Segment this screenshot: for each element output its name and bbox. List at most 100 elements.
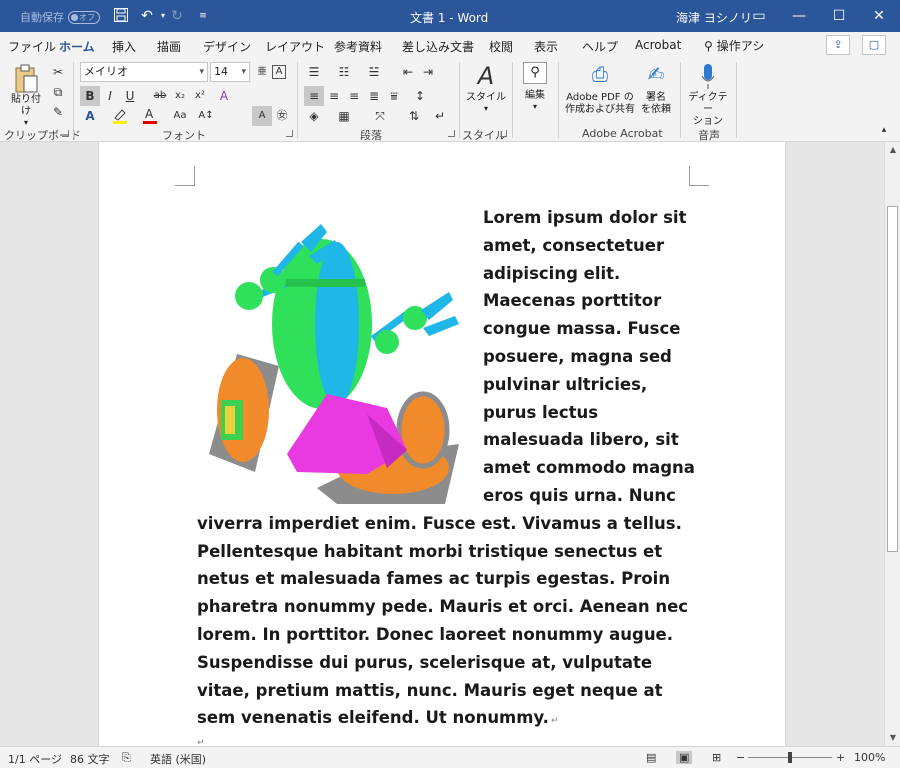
justify-icon[interactable]: ≣: [364, 86, 384, 106]
autosave-switch[interactable]: オフ: [68, 10, 100, 24]
robot-image[interactable]: [197, 204, 483, 504]
line-spacing-icon[interactable]: ↕: [410, 86, 430, 106]
shading-icon[interactable]: ◈: [304, 106, 324, 126]
copy-icon[interactable]: ⧉: [48, 82, 68, 102]
collapse-ribbon-icon[interactable]: ▴: [874, 120, 894, 140]
read-mode-icon[interactable]: ▤: [646, 751, 656, 764]
strikethrough-icon[interactable]: ab: [150, 86, 170, 106]
decrease-indent-icon[interactable]: ⇤: [398, 62, 418, 82]
tab-mailings[interactable]: 差し込み文書: [402, 38, 474, 55]
highlight-icon[interactable]: [110, 106, 130, 126]
paste-button[interactable]: 貼り付け ▾: [8, 64, 44, 128]
italic-icon[interactable]: I: [100, 86, 120, 106]
create-pdf-line2: 作成および共有: [565, 104, 635, 115]
tell-me-label: 操作アシ: [716, 39, 765, 53]
tab-insert[interactable]: 挿入: [112, 38, 136, 55]
tab-help[interactable]: ヘルプ: [582, 38, 618, 55]
font-name-select[interactable]: メイリオ: [80, 62, 208, 82]
acrobat-group-label: Adobe Acrobat: [582, 127, 663, 140]
align-center-icon[interactable]: ≡: [324, 86, 344, 106]
document-page[interactable]: Lorem ipsum dolor sit amet, consectetuer…: [98, 142, 786, 746]
document-body[interactable]: Lorem ipsum dolor sit amet, consectetuer…: [197, 204, 697, 736]
vertical-scrollbar[interactable]: ▲ ▼: [884, 142, 900, 746]
scroll-up-icon[interactable]: ▲: [885, 142, 900, 158]
scroll-thumb[interactable]: [887, 206, 898, 552]
scroll-down-icon[interactable]: ▼: [885, 730, 900, 746]
font-color-icon[interactable]: A: [140, 106, 160, 126]
numbering-icon[interactable]: ☷: [334, 62, 354, 82]
bullets-icon[interactable]: ☰: [304, 62, 324, 82]
dictate-button[interactable]: ディクテー ション: [686, 62, 730, 128]
bold-icon[interactable]: B: [80, 86, 100, 106]
print-layout-icon[interactable]: ▣: [676, 751, 693, 764]
clipboard-icon: [13, 64, 39, 94]
autosave-label: 自動保存: [20, 11, 64, 24]
clipboard-launcher-icon[interactable]: [62, 130, 69, 137]
styles-launcher-icon[interactable]: [500, 130, 507, 137]
clear-formatting-icon[interactable]: A: [214, 86, 234, 106]
ribbon-tabs: ファイル ホーム 挿入 描画 デザイン レイアウト 参考資料 差し込み文書 校閲…: [0, 32, 900, 60]
comments-button[interactable]: ▢: [862, 35, 886, 55]
character-shading-icon[interactable]: A: [252, 106, 272, 126]
web-layout-icon[interactable]: ⊞: [712, 751, 721, 764]
language-indicator[interactable]: 英語 (米国): [150, 751, 206, 767]
styles-button[interactable]: A スタイル ▾: [466, 62, 506, 114]
tab-draw[interactable]: 描画: [157, 38, 181, 55]
tab-review[interactable]: 校閲: [489, 38, 513, 55]
redo-icon[interactable]: ↻: [168, 7, 186, 25]
increase-indent-icon[interactable]: ⇥: [418, 62, 438, 82]
clipboard-group-label: クリップボード: [4, 129, 81, 142]
sign-line1: 署名: [646, 92, 666, 103]
underline-icon[interactable]: U: [120, 86, 140, 106]
text-effects-icon[interactable]: A: [80, 106, 100, 126]
create-pdf-button[interactable]: ⎙ Adobe PDF の 作成および共有: [564, 62, 636, 116]
zoom-slider-thumb[interactable]: [788, 752, 792, 763]
page-count[interactable]: 1/1 ページ: [8, 751, 62, 767]
zoom-level[interactable]: 100%: [854, 751, 885, 764]
format-painter-icon[interactable]: ✎: [48, 102, 68, 122]
align-left-icon[interactable]: ≡: [304, 86, 324, 106]
editing-button[interactable]: ⚲ 編集 ▾: [518, 62, 552, 112]
tab-file[interactable]: ファイル: [8, 38, 56, 55]
tab-view[interactable]: 表示: [534, 38, 558, 55]
tab-home[interactable]: ホーム: [59, 38, 95, 60]
tab-acrobat[interactable]: Acrobat: [635, 38, 681, 52]
font-size-select[interactable]: 14: [210, 62, 250, 82]
tell-me-search[interactable]: ⚲ 操作アシ: [704, 37, 764, 54]
sort-icon[interactable]: ⇅: [404, 106, 424, 126]
asian-layout-icon[interactable]: ⤧: [370, 106, 390, 126]
distributed-icon[interactable]: ⩸: [384, 86, 404, 106]
styles-label: スタイル: [466, 92, 506, 103]
group-separator: [73, 62, 74, 138]
tab-layout[interactable]: レイアウト: [265, 38, 325, 55]
group-separator: [680, 62, 681, 138]
align-right-icon[interactable]: ≡: [344, 86, 364, 106]
word-count[interactable]: 86 文字: [70, 751, 110, 767]
paragraph-launcher-icon[interactable]: [448, 130, 455, 137]
subscript-icon[interactable]: x₂: [170, 86, 190, 106]
tab-design[interactable]: デザイン: [203, 38, 251, 55]
borders-icon[interactable]: ▦: [334, 106, 354, 126]
zoom-in-icon[interactable]: +: [836, 751, 845, 764]
autosave-toggle[interactable]: 自動保存 オフ: [20, 9, 100, 25]
group-separator: [736, 62, 737, 138]
enclose-characters-icon[interactable]: ㊛: [272, 106, 292, 126]
share-button[interactable]: ⇪: [826, 35, 850, 55]
request-signature-button[interactable]: ✍ 署名 を依頼: [638, 62, 674, 116]
zoom-out-icon[interactable]: −: [736, 751, 745, 764]
cut-icon[interactable]: ✂: [48, 62, 68, 82]
proofing-icon[interactable]: ⎘: [122, 751, 131, 765]
superscript-icon[interactable]: x²: [190, 86, 210, 106]
tab-references[interactable]: 参考資料: [334, 38, 382, 55]
multilevel-list-icon[interactable]: ☱: [364, 62, 384, 82]
phonetic-guide-icon[interactable]: 亜: [252, 62, 272, 82]
character-border-icon[interactable]: A: [272, 65, 286, 79]
pdf-share-icon: ⎙: [592, 62, 608, 86]
close-icon[interactable]: ✕: [856, 0, 900, 32]
show-marks-icon[interactable]: ↵: [430, 106, 450, 126]
grow-shrink-font-icon[interactable]: A↕: [196, 106, 216, 126]
font-launcher-icon[interactable]: [286, 130, 293, 137]
save-icon[interactable]: [112, 7, 130, 25]
customize-qat-icon[interactable]: ≡: [194, 7, 212, 25]
change-case-icon[interactable]: Aa: [170, 106, 190, 126]
